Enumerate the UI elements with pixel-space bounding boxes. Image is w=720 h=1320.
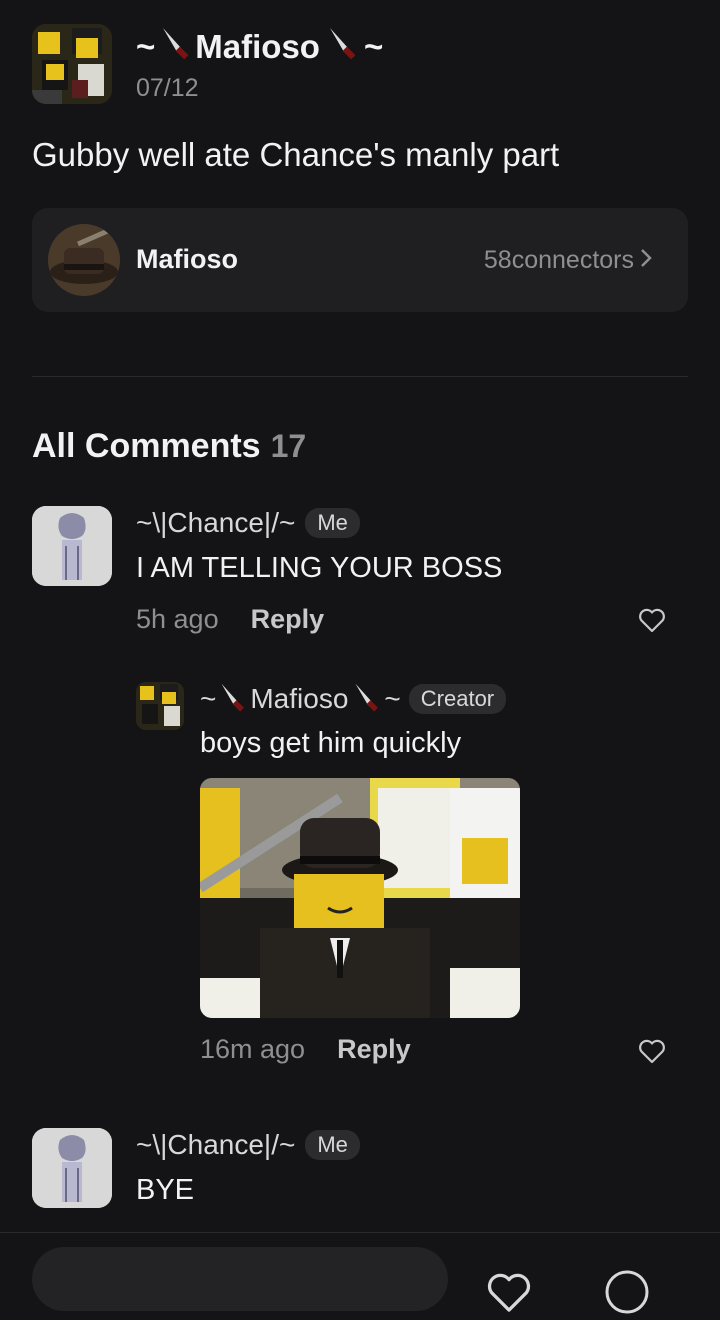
comments-count: 17 bbox=[270, 427, 307, 464]
comment-avatar[interactable] bbox=[32, 506, 112, 586]
comment-text: I AM TELLING YOUR BOSS bbox=[136, 552, 503, 584]
reply-button[interactable]: Reply bbox=[337, 1034, 411, 1065]
comment-author[interactable]: ~\|Chance|/~ bbox=[136, 1129, 295, 1161]
comment-input[interactable] bbox=[32, 1247, 448, 1311]
connectors-count: 58connectors bbox=[483, 246, 634, 274]
roblox-avatar-yellow-icon bbox=[32, 24, 112, 104]
name-tilde: ~ bbox=[136, 28, 156, 65]
comment-time: 16m ago bbox=[200, 1034, 306, 1064]
creator-badge: Creator bbox=[408, 684, 507, 714]
post-text: Gubby well ate Chance's manly part bbox=[32, 136, 560, 173]
comment-avatar[interactable] bbox=[32, 1128, 112, 1208]
sketch-avatar-icon bbox=[32, 1128, 112, 1208]
post-date: 07/12 bbox=[136, 74, 199, 102]
post-author-avatar[interactable] bbox=[32, 24, 112, 104]
roblox-avatar-yellow-icon bbox=[136, 682, 184, 730]
reply-meta: 16m ago Reply bbox=[200, 1034, 411, 1065]
reply-author-row: ~ Mafioso ~ Creator bbox=[200, 680, 507, 718]
comment-author-row: ~\|Chance|/~ Me bbox=[136, 1127, 360, 1163]
comments-header: All Comments 17 bbox=[32, 424, 306, 468]
name-tilde: ~ bbox=[384, 683, 401, 714]
name-tilde: ~ bbox=[200, 683, 217, 714]
heart-icon[interactable] bbox=[638, 1037, 666, 1070]
like-icon[interactable] bbox=[486, 1269, 532, 1320]
name-tilde: ~ bbox=[363, 28, 384, 65]
knife-icon bbox=[352, 682, 382, 717]
knife-icon bbox=[326, 26, 360, 68]
chevron-right-icon bbox=[640, 246, 652, 275]
knife-icon bbox=[218, 682, 248, 717]
comments-title: All Comments bbox=[32, 426, 261, 465]
comment-meta: 5h ago Reply bbox=[136, 604, 324, 635]
comment-time: 5h ago bbox=[136, 604, 219, 634]
reply-button[interactable]: Reply bbox=[251, 604, 325, 635]
me-badge: Me bbox=[305, 1130, 360, 1160]
post-author-name[interactable]: ~ Mafioso ~ bbox=[136, 26, 383, 68]
mafioso-roblox-image[interactable] bbox=[200, 778, 520, 1018]
bottom-bar bbox=[0, 1233, 720, 1314]
comment-bubble-icon[interactable] bbox=[604, 1269, 650, 1320]
knife-icon bbox=[159, 26, 193, 68]
reply-avatar[interactable] bbox=[136, 682, 184, 730]
comment-author[interactable]: ~\|Chance|/~ bbox=[136, 507, 295, 539]
reply-author-name[interactable]: Mafioso bbox=[250, 683, 348, 715]
author-name-text: Mafioso bbox=[195, 28, 320, 65]
connectors-link[interactable]: 58connectors bbox=[484, 246, 652, 275]
divider bbox=[32, 376, 688, 377]
reply-text: boys get him quickly bbox=[200, 727, 462, 759]
fedora-hat-avatar-icon bbox=[48, 224, 120, 296]
community-name: Mafioso bbox=[136, 244, 239, 274]
comment-text: BYE bbox=[136, 1174, 195, 1206]
me-badge: Me bbox=[305, 508, 360, 538]
comment-author-row: ~\|Chance|/~ Me bbox=[136, 505, 360, 541]
sketch-avatar-icon bbox=[32, 506, 112, 586]
community-card[interactable]: Mafioso 58connectors bbox=[32, 208, 688, 312]
heart-icon[interactable] bbox=[638, 606, 666, 639]
